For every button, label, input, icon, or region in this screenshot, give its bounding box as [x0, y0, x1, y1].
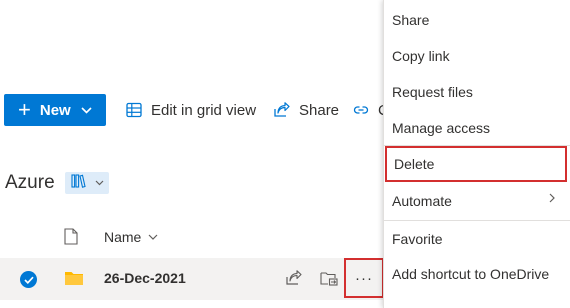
- link-icon: [353, 102, 369, 118]
- edit-in-grid-view-label: Edit in grid view: [151, 101, 257, 119]
- menu-item-copy-link[interactable]: Copy link: [384, 38, 570, 74]
- menu-item-label: Add shortcut to OneDrive: [392, 266, 550, 282]
- menu-item-label: Automate: [392, 193, 452, 209]
- chevron-down-icon: [148, 234, 158, 240]
- move-to-icon[interactable]: [320, 270, 338, 291]
- more-actions-button[interactable]: ···: [344, 258, 384, 298]
- selected-check-icon[interactable]: [20, 271, 37, 288]
- column-header-name-label: Name: [104, 229, 142, 245]
- new-button-label: New: [39, 101, 71, 119]
- library-icon: [70, 173, 91, 193]
- column-header-name[interactable]: Name: [104, 229, 158, 245]
- menu-item-label: Favorite: [392, 231, 443, 247]
- menu-item-label: Manage access: [392, 120, 491, 136]
- library-view-button[interactable]: [65, 172, 109, 194]
- edit-in-grid-view-button[interactable]: Edit in grid view: [126, 94, 256, 126]
- menu-item-label: Request files: [392, 84, 473, 100]
- menu-item-label: Share: [392, 12, 430, 28]
- chevron-right-icon: [549, 193, 555, 203]
- more-icon: ···: [355, 269, 373, 287]
- menu-item-share[interactable]: Share: [384, 2, 570, 38]
- menu-item-label: Delete: [394, 156, 435, 172]
- chevron-down-icon: [81, 106, 92, 114]
- menu-item-request-files[interactable]: Request files: [384, 74, 570, 110]
- menu-item-automate[interactable]: Automate: [384, 183, 570, 219]
- menu-item-manage-access[interactable]: Manage access: [384, 110, 570, 146]
- context-menu: Share Copy link Request files Manage acc…: [383, 0, 570, 308]
- grid-icon: [126, 102, 142, 118]
- file-name[interactable]: 26-Dec-2021: [104, 270, 186, 286]
- menu-item-add-shortcut[interactable]: Add shortcut to OneDrive: [384, 256, 570, 292]
- menu-item-favorite[interactable]: Favorite: [384, 221, 570, 257]
- share-button[interactable]: Share: [273, 94, 339, 126]
- new-button[interactable]: + New: [4, 94, 106, 126]
- page-title: Azure: [5, 172, 55, 193]
- share-icon: [273, 102, 290, 118]
- chevron-down-icon: [95, 180, 104, 186]
- menu-item-label: Copy link: [392, 48, 450, 64]
- menu-item-delete[interactable]: Delete: [385, 146, 567, 182]
- folder-icon: [64, 270, 84, 291]
- plus-icon: +: [18, 97, 31, 122]
- share-button-label: Share: [299, 101, 340, 119]
- share-icon[interactable]: [285, 270, 302, 291]
- file-type-icon: [64, 228, 78, 250]
